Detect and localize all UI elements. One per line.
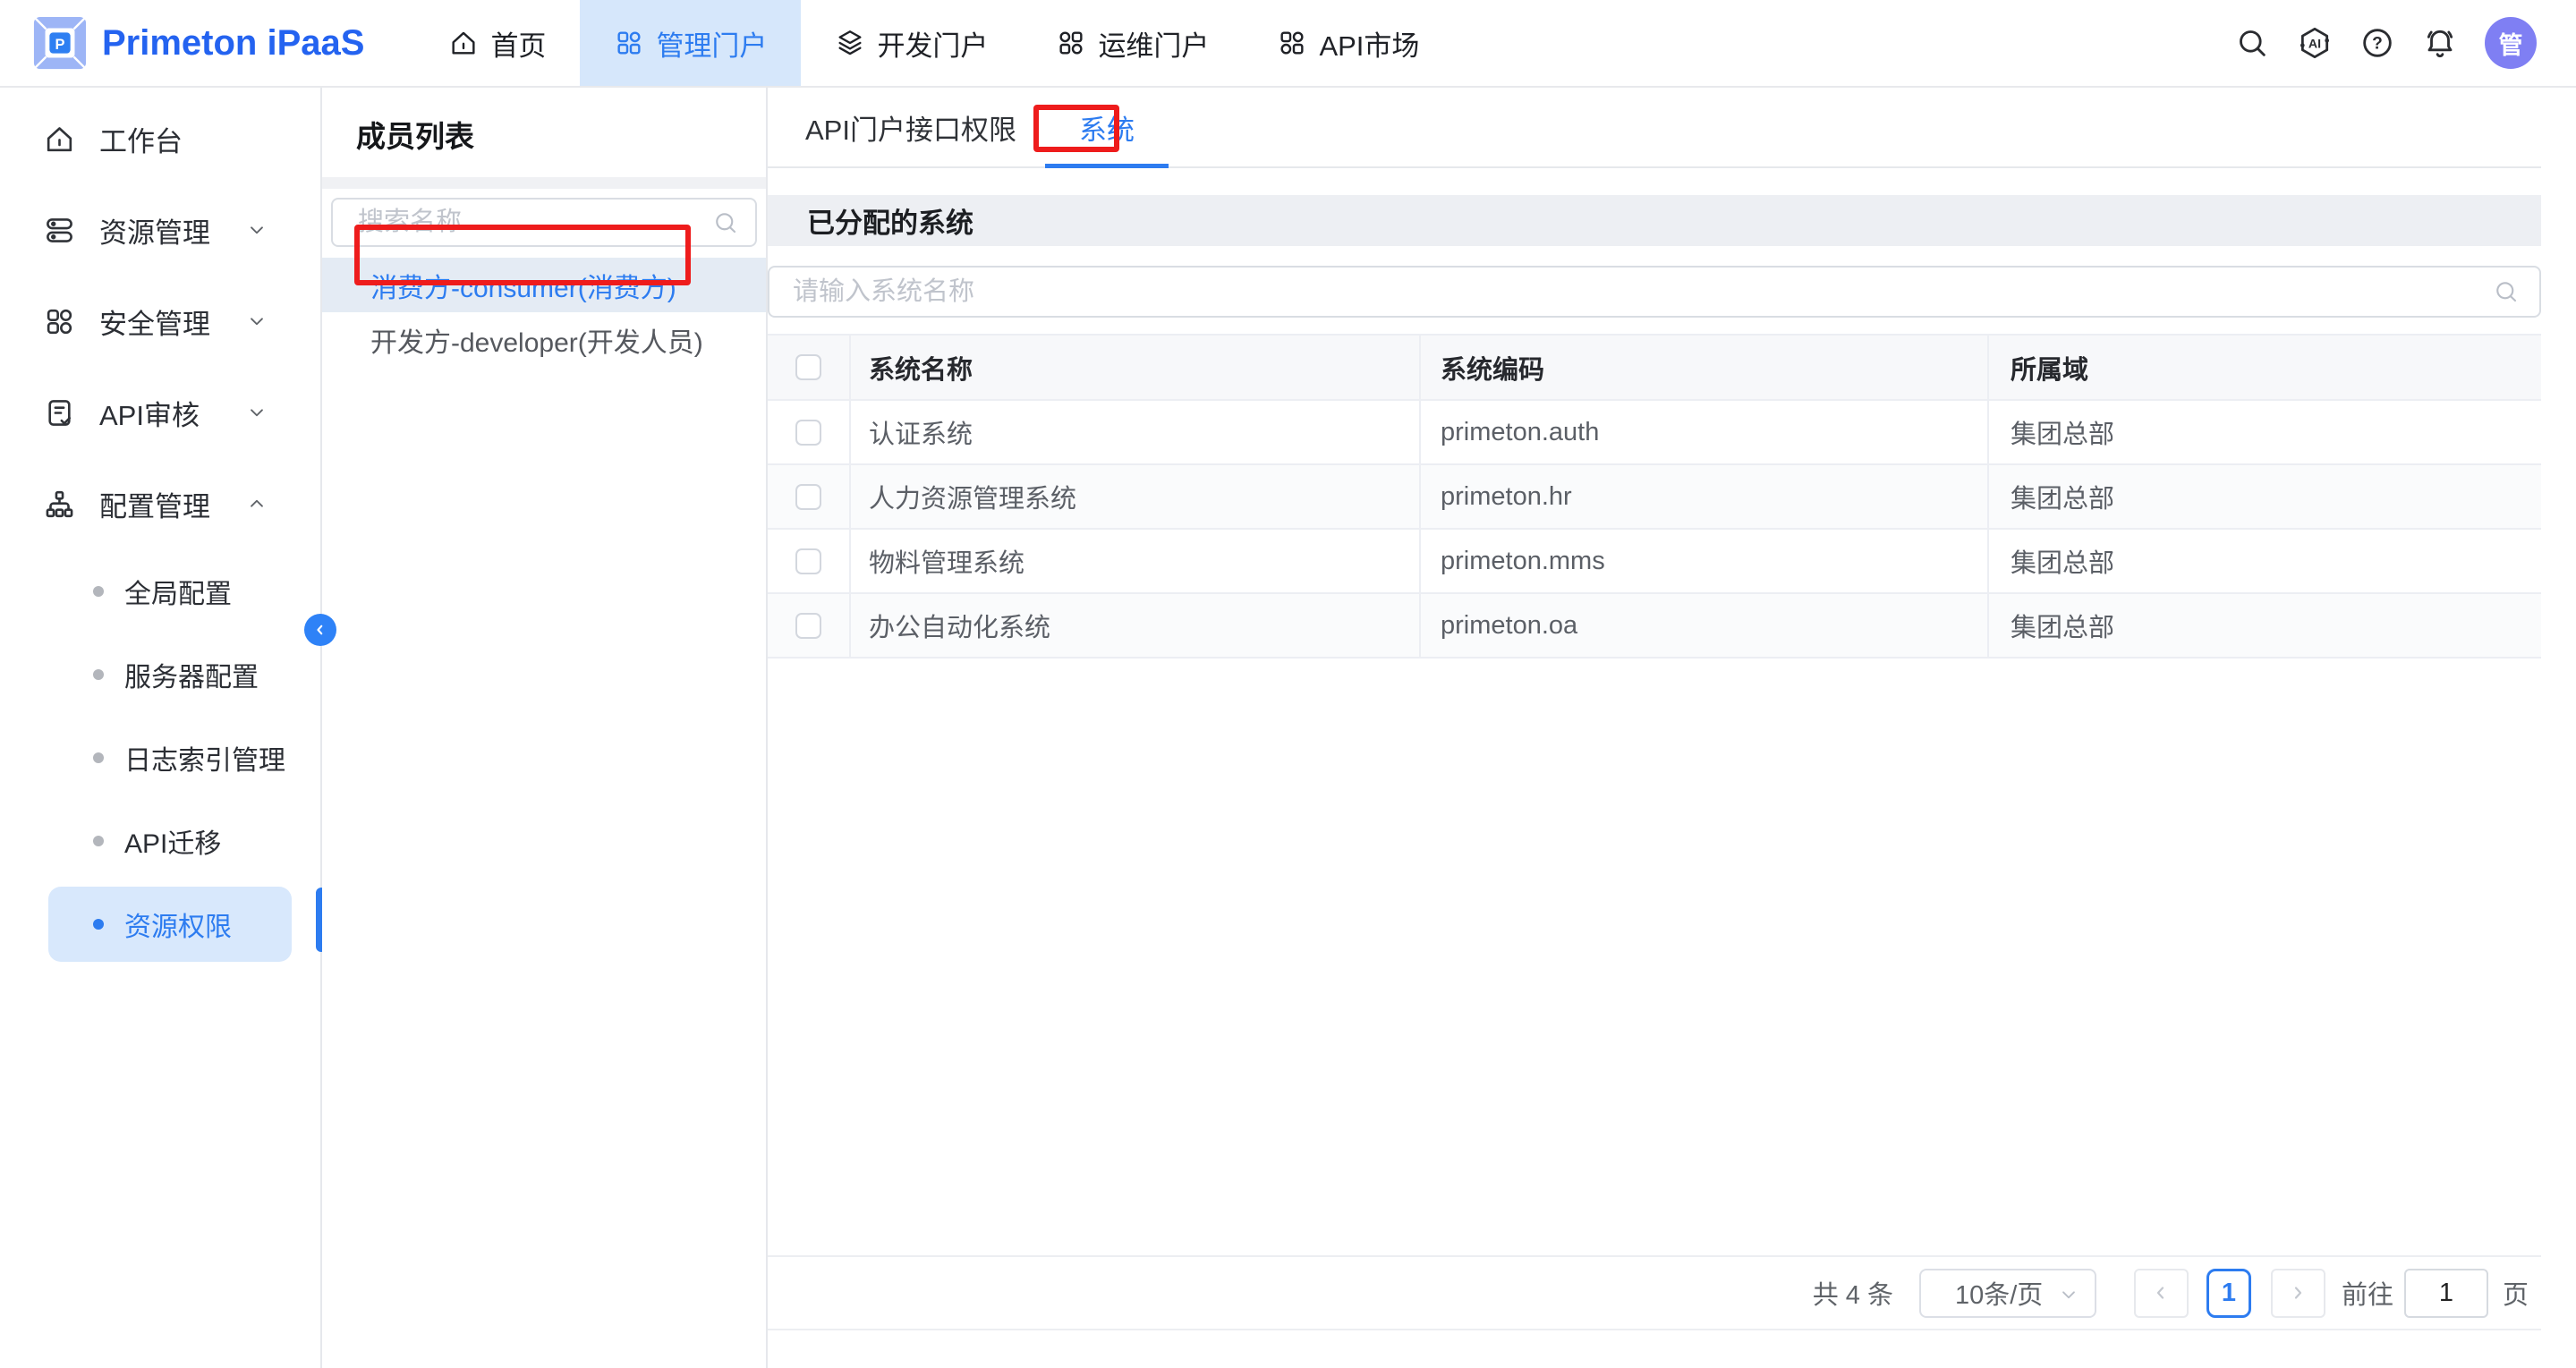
chevron-down-icon (2057, 1283, 2080, 1306)
svg-text:P: P (55, 37, 65, 53)
active-tab-underline (1045, 164, 1169, 168)
chevron-down-icon (245, 218, 268, 242)
table-row: 认证系统 primeton.auth 集团总部 (768, 401, 2541, 465)
user-avatar[interactable]: 管 (2485, 17, 2537, 69)
member-panel-title: 成员列表 (322, 88, 766, 177)
help-icon[interactable]: ? (2359, 25, 2395, 61)
dev-portal-layers-icon (835, 28, 865, 58)
home-icon (448, 28, 479, 58)
chevron-left-icon (2150, 1282, 2172, 1304)
svg-text:AI: AI (2308, 37, 2321, 51)
sidebar-collapse-button[interactable] (304, 614, 336, 646)
top-nav: 首页 管理门户 开发门户 运维门户 API市场 (414, 0, 1453, 86)
nav-item-home[interactable]: 首页 (414, 0, 580, 86)
tabs-bar: API门户接口权限 系统 (768, 88, 2541, 168)
chevron-up-icon (245, 492, 268, 515)
tab-api-portal-permission[interactable]: API门户接口权限 (787, 88, 1034, 166)
admin-portal-grid-icon (614, 28, 644, 58)
nav-item-api-market[interactable]: API市场 (1243, 0, 1453, 86)
nav-item-dev-portal[interactable]: 开发门户 (801, 0, 1022, 86)
security-icon (43, 305, 76, 338)
member-item-developer[interactable]: 开发方-developer(开发人员) (322, 312, 766, 367)
systems-table: 系统名称 系统编码 所属域 认证系统 primeton.auth 集团总部 人力… (768, 334, 2541, 659)
system-search-input[interactable] (793, 277, 2493, 307)
table-row: 人力资源管理系统 primeton.hr 集团总部 (768, 465, 2541, 530)
top-bar: P Primeton iPaaS 首页 管理门户 开发门户 运维门户 API市场 (0, 0, 2576, 88)
search-icon[interactable] (2234, 25, 2270, 61)
chevron-right-icon (2287, 1282, 2308, 1304)
member-search-input[interactable] (358, 208, 712, 237)
sidebar-item-config-mgmt[interactable]: 配置管理 (0, 458, 320, 549)
member-list: 消费方-consumer(消费方) 开发方-developer(开发人员) (322, 258, 766, 367)
bullet-dot (93, 836, 104, 846)
logo-text: Primeton iPaaS (102, 23, 364, 64)
app-logo: P Primeton iPaaS (32, 15, 364, 71)
sidebar-subitem-server-config[interactable]: 服务器配置 (0, 633, 320, 716)
notification-bell-icon[interactable] (2422, 25, 2458, 61)
bullet-dot (93, 752, 104, 763)
api-review-icon (43, 396, 76, 429)
sidebar-item-resource-mgmt[interactable]: 资源管理 (0, 184, 320, 276)
column-header-domain: 所属域 (1989, 336, 2541, 399)
next-page-button[interactable] (2271, 1269, 2325, 1318)
chevron-left-icon (311, 621, 329, 639)
sidebar-item-security-mgmt[interactable]: 安全管理 (0, 276, 320, 367)
row-checkbox[interactable] (795, 484, 821, 510)
section-header: 已分配的系统 (768, 195, 2541, 246)
api-market-grid-icon (1277, 28, 1307, 58)
bullet-dot (93, 586, 104, 597)
main-content: API门户接口权限 系统 已分配的系统 系统名称 系统编码 所属域 (768, 88, 2576, 1368)
select-all-checkbox[interactable] (795, 354, 821, 380)
sidebar-subitem-global-config[interactable]: 全局配置 (0, 549, 320, 633)
chevron-down-icon (245, 401, 268, 424)
page-size-select[interactable]: 10条/页 (1919, 1269, 2096, 1318)
selected-subitem-pill: 资源权限 (48, 887, 292, 962)
row-checkbox[interactable] (795, 548, 821, 574)
bullet-dot (93, 919, 104, 930)
logo-icon: P (32, 15, 88, 71)
svg-text:?: ? (2372, 34, 2383, 53)
member-list-panel: 成员列表 消费方-consumer(消费方) 开发方-developer(开发人… (322, 88, 768, 1368)
pagination-total: 共 4 条 (1813, 1274, 1893, 1312)
nav-item-admin-portal[interactable]: 管理门户 (580, 0, 801, 86)
row-checkbox[interactable] (795, 420, 821, 446)
table-row: 办公自动化系统 primeton.oa 集团总部 (768, 594, 2541, 659)
system-search-box (768, 266, 2541, 318)
ai-assistant-icon[interactable]: AI (2297, 25, 2333, 61)
sidebar-subitem-log-index-mgmt[interactable]: 日志索引管理 (0, 716, 320, 799)
top-right-actions: AI ? 管 (2234, 17, 2576, 69)
search-icon[interactable] (2493, 278, 2520, 305)
sidebar-item-workbench[interactable]: 工作台 (0, 93, 320, 184)
sidebar-subitem-resource-permission[interactable]: 资源权限 (0, 882, 320, 965)
chevron-down-icon (245, 310, 268, 333)
config-icon (43, 488, 76, 521)
page-number-button[interactable]: 1 (2206, 1269, 2251, 1318)
table-header-row: 系统名称 系统编码 所属域 (768, 336, 2541, 401)
workbench-icon (43, 123, 76, 156)
goto-page-input[interactable] (2404, 1269, 2488, 1318)
column-header-system-code: 系统编码 (1421, 336, 1989, 399)
prev-page-button[interactable] (2134, 1269, 2189, 1318)
row-checkbox[interactable] (795, 613, 821, 639)
pagination-bar: 共 4 条 10条/页 1 前往 页 (768, 1255, 2541, 1330)
nav-item-ops-portal[interactable]: 运维门户 (1022, 0, 1243, 86)
goto-label: 前往 (2342, 1274, 2393, 1312)
resource-icon (43, 214, 76, 247)
page-unit-label: 页 (2503, 1274, 2529, 1312)
member-search-box (331, 198, 757, 247)
panel-divider-band (322, 177, 766, 189)
bullet-dot (93, 669, 104, 680)
column-header-system-name: 系统名称 (851, 336, 1421, 399)
sidebar: 工作台 资源管理 安全管理 API审核 配置管理 全局配置 服务器 (0, 88, 322, 1368)
ops-portal-grid-icon (1056, 28, 1086, 58)
search-icon[interactable] (712, 209, 739, 236)
tab-system[interactable]: 系统 (1045, 88, 1169, 166)
member-item-consumer[interactable]: 消费方-consumer(消费方) (322, 258, 766, 312)
content-spacer (768, 659, 2541, 1255)
sidebar-item-api-review[interactable]: API审核 (0, 367, 320, 458)
table-row: 物料管理系统 primeton.mms 集团总部 (768, 530, 2541, 594)
sidebar-subitem-api-migration[interactable]: API迁移 (0, 799, 320, 882)
